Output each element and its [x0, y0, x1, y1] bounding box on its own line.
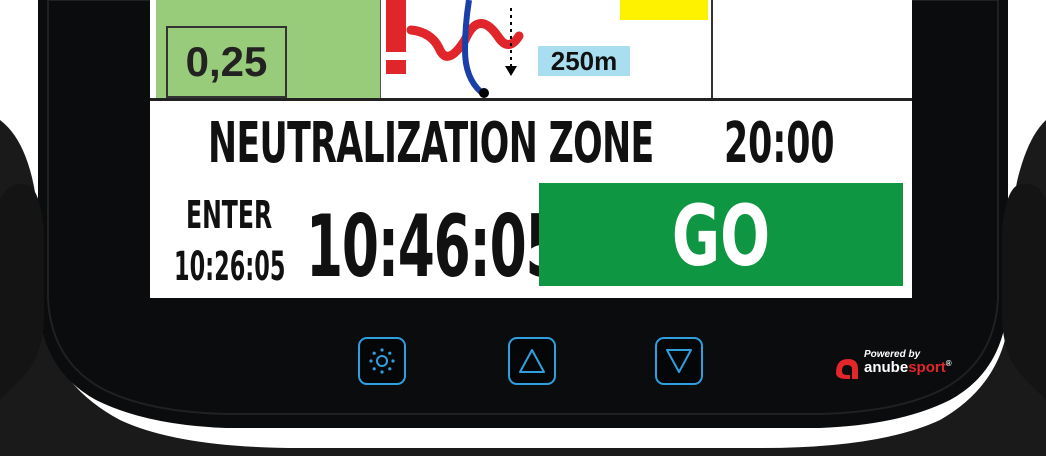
- distance-badge: 250m: [538, 46, 630, 76]
- triangle-up-icon: [519, 349, 545, 373]
- brand-logo: Powered by anubesport®: [834, 349, 964, 385]
- zone-title: NEUTRALIZATION ZONE: [208, 111, 654, 176]
- brightness-button[interactable]: [358, 337, 406, 385]
- anubesport-logo-icon: [836, 359, 858, 379]
- triangle-down-icon: [666, 349, 692, 373]
- go-button[interactable]: GO: [539, 183, 903, 286]
- registered-mark: ®: [945, 359, 952, 368]
- display-screen: 0,25 250m NEUTRALIZATION ZONE 20:00 ENTE…: [150, 0, 912, 298]
- zone-duration: 20:00: [724, 111, 835, 176]
- brand-name-part1: anube: [864, 359, 909, 376]
- down-button[interactable]: [655, 337, 703, 385]
- roadbook-marker: [620, 0, 708, 20]
- device: 0,25 250m NEUTRALIZATION ZONE 20:00 ENTE…: [0, 0, 1046, 456]
- current-clock: 10:46:05: [306, 197, 563, 297]
- neutralization-panel: NEUTRALIZATION ZONE 20:00 ENTER 10:26:05…: [150, 101, 912, 298]
- roadbook-panel: 0,25 250m: [150, 0, 912, 101]
- brand-name: anubesport®: [864, 359, 952, 376]
- brand-name-part2: sport: [908, 359, 946, 376]
- sun-icon: [369, 348, 395, 374]
- roadbook-distance-value: 0,25: [166, 26, 287, 98]
- up-button[interactable]: [508, 337, 556, 385]
- enter-label: ENTER: [186, 193, 273, 237]
- enter-time: 10:26:05: [174, 244, 286, 290]
- go-button-label: GO: [671, 187, 771, 285]
